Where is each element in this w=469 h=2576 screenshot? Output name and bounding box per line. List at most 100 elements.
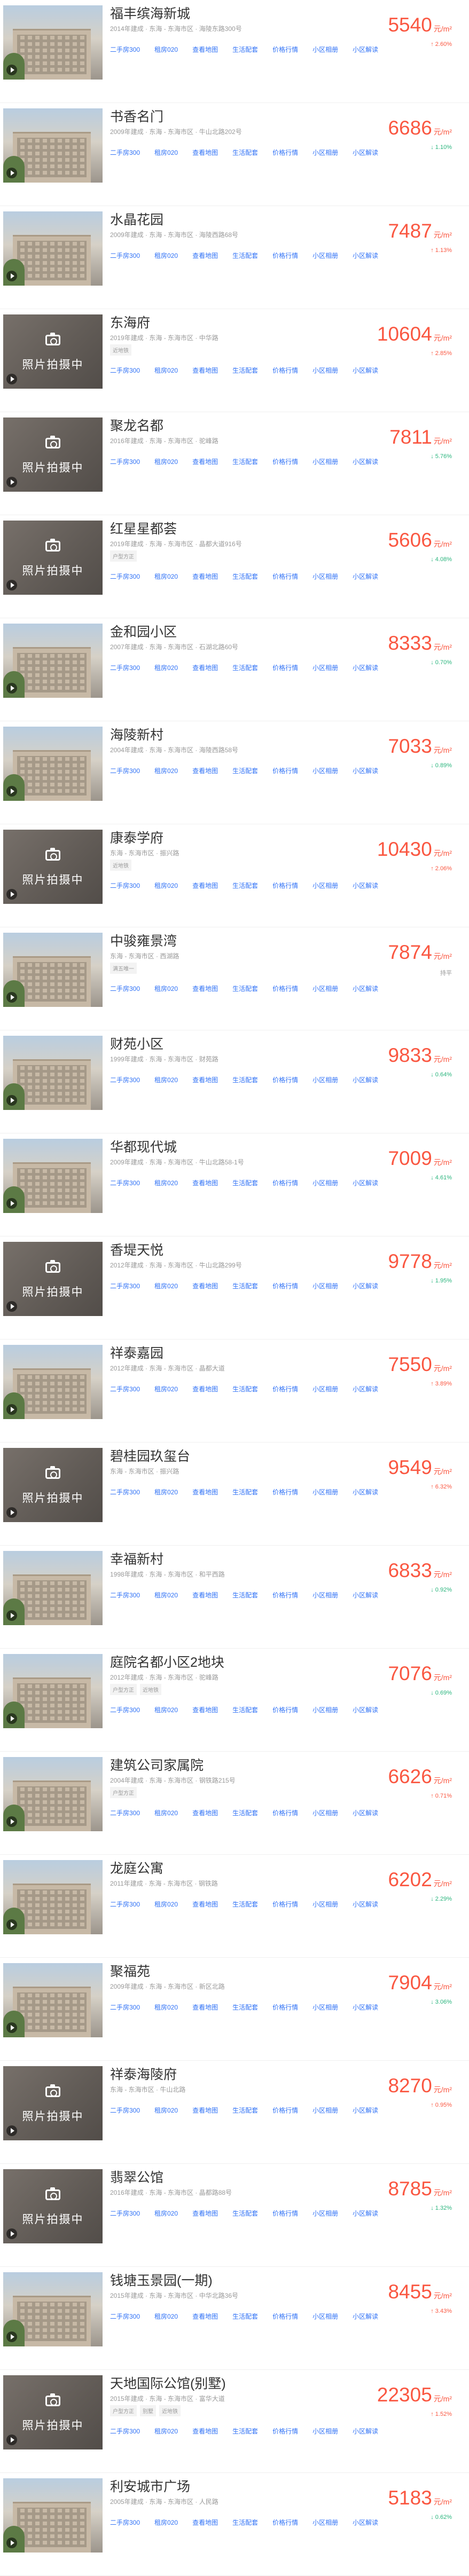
action-link[interactable]: 生活配套 xyxy=(232,252,258,259)
action-link[interactable]: 价格行情 xyxy=(272,1282,298,1290)
community-thumbnail[interactable] xyxy=(3,2478,103,2553)
video-play-icon[interactable] xyxy=(6,2125,17,2136)
action-link[interactable]: 二手房300 xyxy=(110,2107,140,2114)
action-link[interactable]: 价格行情 xyxy=(272,1901,298,1908)
action-link[interactable]: 小区相册 xyxy=(312,2313,338,2320)
community-name[interactable]: 康泰学府 xyxy=(110,828,163,847)
action-link[interactable]: 价格行情 xyxy=(272,2210,298,2217)
community-thumbnail[interactable]: 照片拍摄中 xyxy=(3,417,103,492)
community-thumbnail[interactable]: 照片拍摄中 xyxy=(3,830,103,904)
list-item[interactable]: 祥泰嘉园 2012年建成 · 东海 - 东海市区 · 晶都大道 二手房300 租房02… xyxy=(0,1340,469,1443)
action-link[interactable]: 生活配套 xyxy=(232,2428,258,2435)
action-link[interactable]: 查看地图 xyxy=(192,2313,218,2320)
video-play-icon[interactable] xyxy=(6,1404,17,1415)
action-link[interactable]: 生活配套 xyxy=(232,1706,258,1714)
action-link[interactable]: 查看地图 xyxy=(192,1809,218,1817)
action-link[interactable]: 查看地图 xyxy=(192,1282,218,1290)
action-link[interactable]: 租房020 xyxy=(154,2210,178,2217)
action-link[interactable]: 小区相册 xyxy=(312,1809,338,1817)
action-link[interactable]: 生活配套 xyxy=(232,985,258,992)
action-link[interactable]: 二手房300 xyxy=(110,46,140,53)
list-item[interactable]: 照片拍摄中 天地国际公馆(别墅) 2015年建成 · 东海 - 东海市区 · 富华大… xyxy=(0,2370,469,2473)
list-item[interactable]: 照片拍摄中 祥泰海陵府 东海 - 东海市区 · 牛山北路 二手房300 租房020 查看地… xyxy=(0,2061,469,2164)
list-item[interactable]: 幸福新村 1998年建成 · 东海 - 东海市区 · 和平西路 二手房300 租房02… xyxy=(0,1546,469,1649)
action-link[interactable]: 租房020 xyxy=(154,2313,178,2320)
action-link[interactable]: 小区解读 xyxy=(353,1179,378,1187)
action-link[interactable]: 生活配套 xyxy=(232,1179,258,1187)
action-link[interactable]: 小区相册 xyxy=(312,1385,338,1393)
action-link[interactable]: 生活配套 xyxy=(232,46,258,53)
community-thumbnail[interactable] xyxy=(3,1654,103,1728)
action-link[interactable]: 租房020 xyxy=(154,1592,178,1599)
action-link[interactable]: 生活配套 xyxy=(232,2313,258,2320)
action-link[interactable]: 查看地图 xyxy=(192,882,218,889)
action-link[interactable]: 租房020 xyxy=(154,1901,178,1908)
action-link[interactable]: 价格行情 xyxy=(272,573,298,580)
action-link[interactable]: 查看地图 xyxy=(192,367,218,374)
action-link[interactable]: 查看地图 xyxy=(192,767,218,775)
action-link[interactable]: 查看地图 xyxy=(192,252,218,259)
action-link[interactable]: 价格行情 xyxy=(272,2004,298,2011)
action-link[interactable]: 查看地图 xyxy=(192,46,218,53)
action-link[interactable]: 查看地图 xyxy=(192,664,218,672)
action-link[interactable]: 小区解读 xyxy=(353,573,378,580)
community-name[interactable]: 东海府 xyxy=(110,312,150,332)
action-link[interactable]: 小区相册 xyxy=(312,767,338,775)
community-thumbnail[interactable] xyxy=(3,108,103,183)
community-name[interactable]: 天地国际公馆(别墅) xyxy=(110,2373,226,2392)
action-link[interactable]: 价格行情 xyxy=(272,1385,298,1393)
action-link[interactable]: 生活配套 xyxy=(232,1076,258,1084)
community-name[interactable]: 建筑公司家属院 xyxy=(110,1755,204,1774)
action-link[interactable]: 价格行情 xyxy=(272,767,298,775)
action-link[interactable]: 生活配套 xyxy=(232,149,258,156)
action-link[interactable]: 二手房300 xyxy=(110,882,140,889)
list-item[interactable]: 书香名门 2009年建成 · 东海 - 东海市区 · 牛山北路202号 二手房300… xyxy=(0,103,469,206)
action-link[interactable]: 二手房300 xyxy=(110,664,140,672)
action-link[interactable]: 查看地图 xyxy=(192,1179,218,1187)
action-link[interactable]: 小区解读 xyxy=(353,985,378,992)
action-link[interactable]: 租房020 xyxy=(154,1809,178,1817)
video-play-icon[interactable] xyxy=(6,889,17,900)
video-play-icon[interactable] xyxy=(6,1507,17,1518)
video-play-icon[interactable] xyxy=(6,786,17,797)
action-link[interactable]: 小区相册 xyxy=(312,1706,338,1714)
list-item[interactable]: 福丰缤海新城 2014年建成 · 东海 - 东海市区 · 海陵东路300号 二手房3… xyxy=(0,0,469,103)
action-link[interactable]: 小区解读 xyxy=(353,767,378,775)
action-link[interactable]: 生活配套 xyxy=(232,1488,258,1496)
community-thumbnail[interactable]: 照片拍摄中 xyxy=(3,1448,103,1522)
community-name[interactable]: 翡翠公馆 xyxy=(110,2167,163,2186)
community-thumbnail[interactable]: 照片拍摄中 xyxy=(3,2169,103,2243)
video-play-icon[interactable] xyxy=(6,683,17,694)
action-link[interactable]: 查看地图 xyxy=(192,573,218,580)
list-item[interactable]: 财苑小区 1999年建成 · 东海 - 东海市区 · 财苑路 二手房300 租房020… xyxy=(0,1030,469,1133)
community-thumbnail[interactable] xyxy=(3,1036,103,1110)
action-link[interactable]: 二手房300 xyxy=(110,1282,140,1290)
video-play-icon[interactable] xyxy=(6,477,17,487)
list-item[interactable]: 金和园小区 2007年建成 · 东海 - 东海市区 · 石湖北路60号 二手房300… xyxy=(0,618,469,721)
action-link[interactable]: 查看地图 xyxy=(192,1592,218,1599)
action-link[interactable]: 二手房300 xyxy=(110,573,140,580)
list-item[interactable]: 钱塘玉景园(一期) 2015年建成 · 东海 - 东海市区 · 中华北路36号 二手… xyxy=(0,2267,469,2370)
action-link[interactable]: 租房020 xyxy=(154,767,178,775)
action-link[interactable]: 生活配套 xyxy=(232,458,258,466)
community-thumbnail[interactable]: 照片拍摄中 xyxy=(3,1242,103,1316)
community-name[interactable]: 祥泰嘉园 xyxy=(110,1343,163,1362)
action-link[interactable]: 查看地图 xyxy=(192,985,218,992)
action-link[interactable]: 租房020 xyxy=(154,252,178,259)
video-play-icon[interactable] xyxy=(6,1095,17,1106)
community-name[interactable]: 中骏雍景湾 xyxy=(110,931,177,950)
action-link[interactable]: 价格行情 xyxy=(272,882,298,889)
action-link[interactable]: 小区相册 xyxy=(312,1282,338,1290)
action-link[interactable]: 价格行情 xyxy=(272,1076,298,1084)
action-link[interactable]: 价格行情 xyxy=(272,2313,298,2320)
action-link[interactable]: 小区解读 xyxy=(353,1706,378,1714)
action-link[interactable]: 价格行情 xyxy=(272,1706,298,1714)
action-link[interactable]: 二手房300 xyxy=(110,1076,140,1084)
action-link[interactable]: 二手房300 xyxy=(110,985,140,992)
action-link[interactable]: 二手房300 xyxy=(110,1706,140,1714)
video-play-icon[interactable] xyxy=(6,1919,17,1930)
action-link[interactable]: 生活配套 xyxy=(232,2210,258,2217)
action-link[interactable]: 生活配套 xyxy=(232,573,258,580)
community-thumbnail[interactable] xyxy=(3,1757,103,1831)
action-link[interactable]: 小区解读 xyxy=(353,1076,378,1084)
